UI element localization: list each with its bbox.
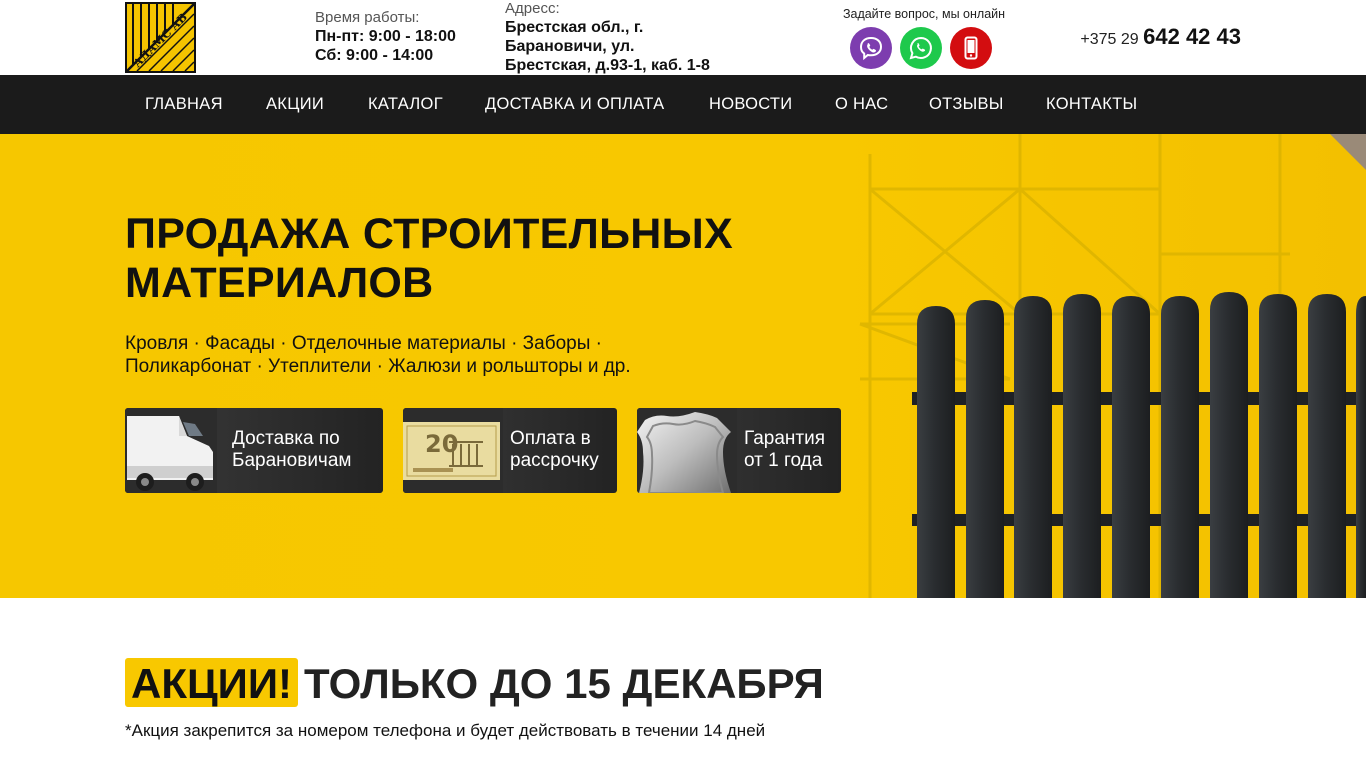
promo-heading: АКЦИИ! ТОЛЬКО ДО 15 ДЕКАБРЯ bbox=[125, 658, 824, 707]
nav-item-promotions[interactable]: АКЦИИ bbox=[266, 75, 324, 134]
online-label: Задайте вопрос, мы онлайн bbox=[842, 7, 1006, 21]
hero-title-line: ПРОДАЖА СТРОИТЕЛЬНЫХ bbox=[125, 210, 734, 258]
feature-delivery[interactable]: Доставка по Барановичам bbox=[125, 408, 383, 493]
working-hours: Время работы: Пн-пт: 9:00 - 18:00 Сб: 9:… bbox=[315, 9, 456, 65]
phone-main: 642 42 43 bbox=[1143, 24, 1241, 49]
hero-title-line: МАТЕРИАЛОВ bbox=[125, 259, 434, 307]
hours-weekdays: Пн-пт: 9:00 - 18:00 bbox=[315, 28, 456, 45]
online-contact: Задайте вопрос, мы онлайн bbox=[834, 6, 1014, 22]
shield-image bbox=[637, 408, 737, 493]
address-label: Адресс: bbox=[505, 0, 560, 17]
main-navigation: ГЛАВНАЯ АКЦИИ КАТАЛОГ ДОСТАВКА И ОПЛАТА … bbox=[0, 75, 1366, 134]
promo-title-rest: ТОЛЬКО ДО 15 ДЕКАБРЯ bbox=[304, 660, 824, 707]
hero-subtitle: Кровля · Фасады · Отделочные материалы ·… bbox=[125, 333, 725, 378]
phone-prefix: +375 29 bbox=[1080, 31, 1139, 48]
hero-subtitle-line: Поликарбонат · Утеплители · Жалюзи и рол… bbox=[125, 355, 631, 377]
call-button[interactable] bbox=[950, 27, 992, 69]
feature-warranty[interactable]: Гарантия от 1 года bbox=[637, 408, 841, 493]
whatsapp-button[interactable] bbox=[900, 27, 942, 69]
nav-item-about[interactable]: О НАС bbox=[835, 75, 888, 134]
viber-button[interactable] bbox=[850, 27, 892, 69]
nav-item-news[interactable]: НОВОСТИ bbox=[709, 75, 792, 134]
address-line: Барановичи, ул. bbox=[505, 38, 635, 55]
nav-item-home[interactable]: ГЛАВНАЯ bbox=[145, 75, 223, 134]
feature-line: Барановичам bbox=[232, 450, 352, 471]
nav-item-catalog[interactable]: КАТАЛОГ bbox=[368, 75, 443, 134]
feature-line: Оплата в bbox=[510, 428, 591, 449]
nav-item-delivery-payment[interactable]: ДОСТАВКА И ОПЛАТА bbox=[485, 75, 664, 134]
logo-graphic: АДАМС АВ bbox=[127, 4, 194, 71]
nav-item-contacts[interactable]: КОНТАКТЫ bbox=[1046, 75, 1137, 134]
feature-line: рассрочку bbox=[510, 450, 599, 471]
hours-label: Время работы: bbox=[315, 9, 420, 26]
mobile-phone-icon bbox=[964, 36, 978, 60]
viber-icon bbox=[859, 36, 883, 61]
address-line: Брестская обл., г. bbox=[505, 19, 644, 36]
feature-text: Гарантия от 1 года bbox=[744, 428, 825, 472]
feature-line: Доставка по bbox=[232, 428, 340, 449]
delivery-van-image bbox=[125, 408, 217, 493]
company-logo[interactable]: АДАМС АВ bbox=[125, 2, 196, 73]
hero-subtitle-line: Кровля · Фасады · Отделочные материалы ·… bbox=[125, 333, 603, 354]
promo-note: *Акция закрепится за номером телефона и … bbox=[125, 721, 766, 740]
promo-highlight: АКЦИИ! bbox=[125, 658, 299, 707]
feature-line: Гарантия bbox=[744, 428, 826, 449]
feature-line: от 1 года bbox=[744, 450, 823, 471]
banknote-image: 20 bbox=[403, 408, 503, 493]
phone-number[interactable]: +375 29 642 42 43 bbox=[1080, 24, 1241, 50]
whatsapp-icon bbox=[909, 36, 932, 60]
nav-item-reviews[interactable]: ОТЗЫВЫ bbox=[929, 75, 1004, 134]
hours-saturday: Сб: 9:00 - 14:00 bbox=[315, 47, 434, 64]
feature-installment[interactable]: 20 Оплата в рассрочку bbox=[403, 408, 617, 493]
feature-text: Оплата в рассрочку bbox=[510, 428, 599, 472]
address-line: Брестская, д.93-1, каб. 1-8 bbox=[505, 57, 710, 74]
address-block: Адресс: Брестская обл., г. Барановичи, у… bbox=[505, 0, 745, 75]
hero-banner: ПРОДАЖА СТРОИТЕЛЬНЫХ МАТЕРИАЛОВ Кровля ·… bbox=[0, 134, 1366, 598]
feature-text: Доставка по Барановичам bbox=[232, 428, 351, 472]
site-header: АДАМС АВ Время работы: Пн-пт: 9:00 - 18:… bbox=[0, 0, 1366, 75]
hero-title: ПРОДАЖА СТРОИТЕЛЬНЫХ МАТЕРИАЛОВ bbox=[125, 210, 825, 308]
